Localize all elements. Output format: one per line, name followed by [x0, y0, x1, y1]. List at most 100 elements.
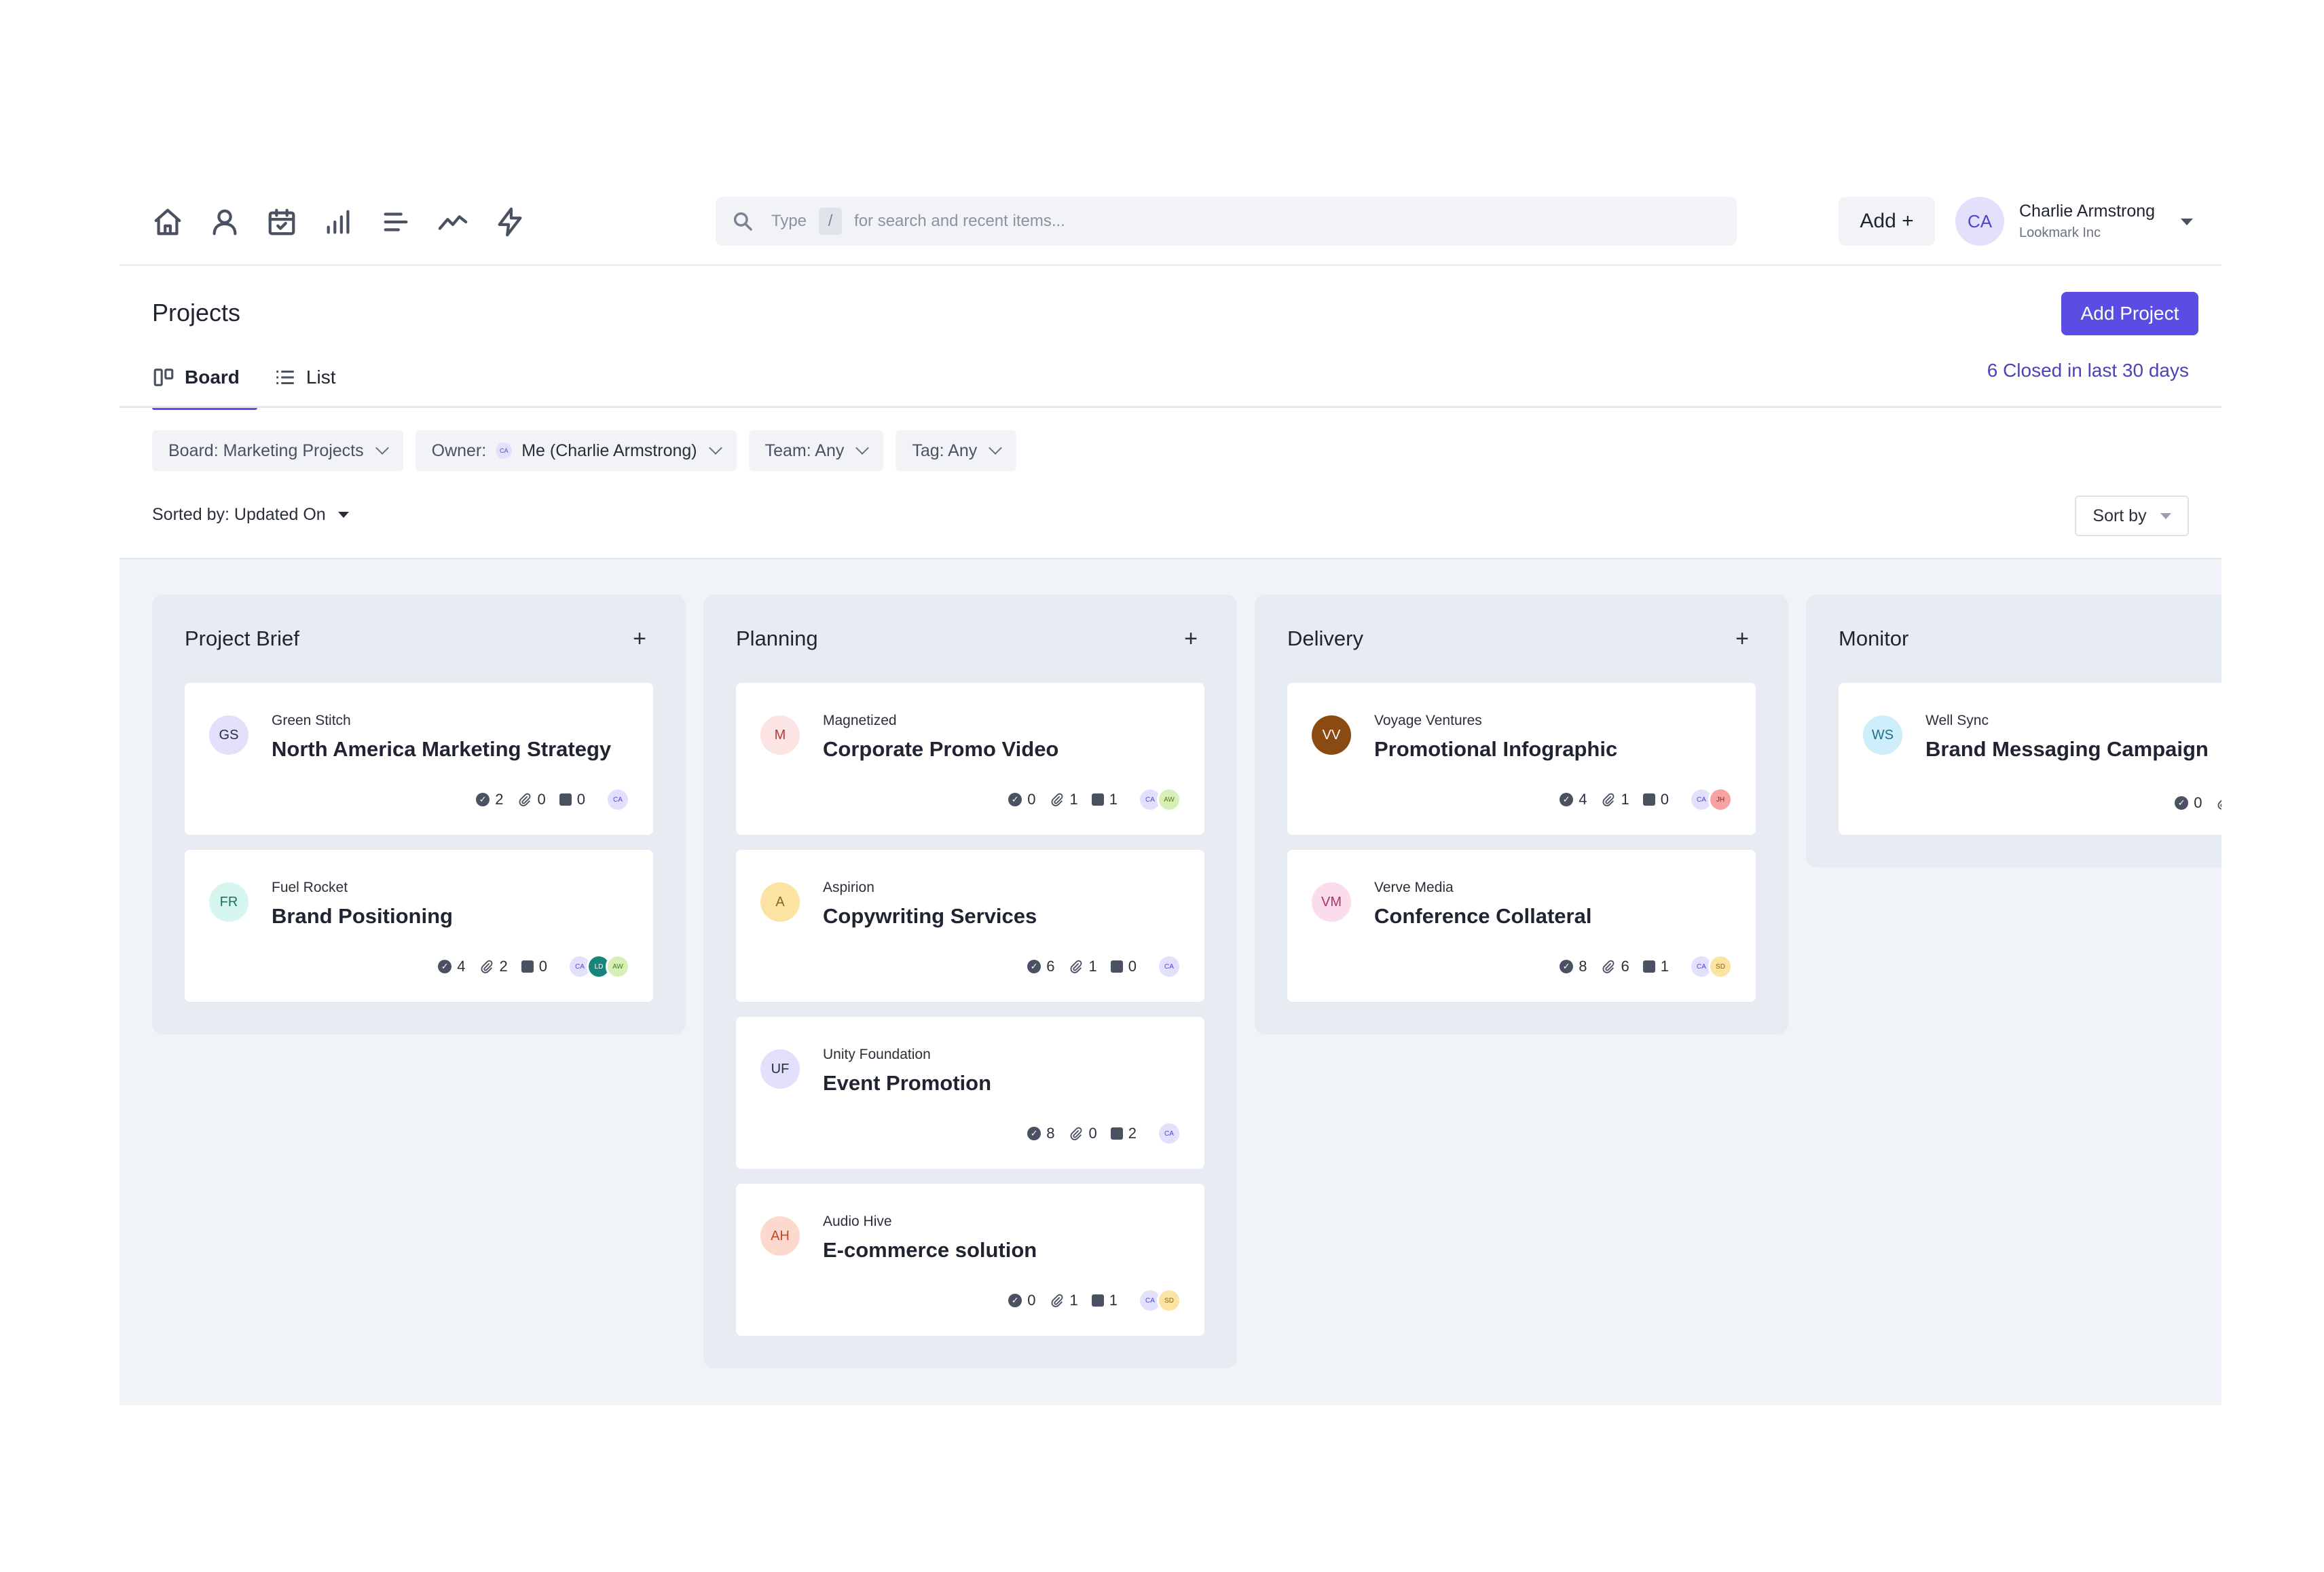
tab-board[interactable]: Board [152, 356, 257, 410]
tasks-value: 2 [495, 791, 504, 808]
tasks-value: 0 [2194, 794, 2202, 811]
project-card[interactable]: M Magnetized Corporate Promo Video ✓ 0 1 1 CA AW [736, 683, 1204, 835]
assignee-avatars: CA SD [1138, 1288, 1181, 1313]
filter-bar: Board: Marketing Projects Owner: CA Me (… [152, 430, 1017, 471]
trend-icon[interactable] [437, 206, 468, 238]
note-icon [1110, 960, 1123, 973]
board-filter[interactable]: Board: Marketing Projects [152, 430, 403, 471]
list-align-icon[interactable] [380, 206, 411, 238]
project-title[interactable]: Promotional Infographic [1374, 737, 1617, 762]
notes-count: 2 [1110, 1125, 1137, 1142]
paperclip-icon [1601, 959, 1616, 974]
project-title[interactable]: Corporate Promo Video [823, 737, 1058, 762]
column-title: Project Brief [185, 626, 299, 650]
lightning-icon[interactable] [494, 206, 525, 238]
paperclip-icon [517, 792, 532, 807]
tag-filter[interactable]: Tag: Any [896, 430, 1017, 471]
caret-down-icon[interactable] [2181, 219, 2193, 225]
files-count: 0 [1069, 1125, 1097, 1142]
check-circle-icon: ✓ [476, 793, 490, 806]
project-title[interactable]: North America Marketing Strategy [272, 737, 611, 762]
client-avatar: GS [209, 715, 248, 755]
add-card-button[interactable]: + [1177, 626, 1204, 652]
notes-value: 0 [1128, 958, 1137, 975]
notes-value: 1 [1660, 958, 1669, 975]
card-meta: ✓ 4 2 0 CA LD AW [438, 954, 630, 979]
add-card-button[interactable]: + [626, 626, 653, 652]
paperclip-icon [2216, 796, 2221, 810]
add-button[interactable]: Add + [1839, 197, 1935, 246]
client-name: Green Stitch [272, 713, 351, 728]
card-meta: ✓ 8 6 1 CA SD [1560, 954, 1733, 979]
project-card[interactable]: A Aspirion Copywriting Services ✓ 6 1 0 CA [736, 850, 1204, 1002]
project-title[interactable]: Event Promotion [823, 1071, 991, 1096]
notes-count: 1 [1642, 958, 1669, 975]
project-card[interactable]: VM Verve Media Conference Collateral ✓ 8 6 1 CA… [1287, 850, 1756, 1002]
files-value: 1 [1621, 791, 1629, 808]
tasks-count: ✓ 4 [438, 958, 466, 975]
tasks-value: 0 [1027, 1292, 1036, 1309]
files-count: 0 [2216, 794, 2221, 812]
check-circle-icon: ✓ [1560, 793, 1574, 806]
column-spacer [736, 1351, 1204, 1368]
column-title: Delivery [1287, 626, 1363, 650]
sort-by-select[interactable]: Sort by [2075, 495, 2189, 536]
note-icon [1091, 793, 1104, 806]
project-card[interactable]: AH Audio Hive E-commerce solution ✓ 0 1 1 CA SD [736, 1184, 1204, 1336]
search-shortcut-key: / [819, 208, 843, 235]
project-title[interactable]: Conference Collateral [1374, 904, 1591, 929]
paperclip-icon [1050, 1293, 1065, 1308]
tasks-count: ✓ 2 [476, 791, 504, 808]
project-title[interactable]: Brand Positioning [272, 904, 453, 929]
notes-value: 1 [1109, 1292, 1118, 1309]
check-circle-icon: ✓ [1027, 1127, 1041, 1140]
project-title[interactable]: Copywriting Services [823, 904, 1037, 929]
project-card[interactable]: GS Green Stitch North America Marketing St… [185, 683, 653, 835]
column-header: Project Brief + [185, 595, 653, 683]
sorted-by-dropdown[interactable]: Sorted by: Updated On [152, 505, 349, 525]
notes-count: 0 [1110, 958, 1137, 975]
search-icon [733, 212, 752, 231]
tasks-count: ✓ 0 [2175, 794, 2202, 812]
notes-count: 0 [521, 958, 547, 975]
project-card[interactable]: VV Voyage Ventures Promotional Infographic… [1287, 683, 1756, 835]
user-menu[interactable]: CA Charlie Armstrong Lookmark Inc [1955, 197, 2213, 246]
notes-count: 0 [559, 791, 585, 808]
note-icon [1642, 793, 1655, 806]
search-prefix: Type [771, 212, 807, 230]
check-circle-icon: ✓ [1008, 793, 1022, 806]
check-circle-icon: ✓ [1027, 960, 1041, 973]
home-icon[interactable] [152, 206, 183, 238]
tasks-value: 4 [1579, 791, 1587, 808]
board-icon [153, 369, 174, 386]
calendar-icon[interactable] [266, 206, 297, 238]
tasks-count: ✓ 4 [1560, 791, 1587, 808]
column-header: Monitor [1839, 595, 2221, 683]
add-project-button[interactable]: Add Project [2061, 292, 2198, 335]
tasks-count: ✓ 6 [1027, 958, 1055, 975]
search-bar[interactable]: Type / for search and recent items... [716, 197, 1737, 246]
paperclip-icon [1069, 1126, 1084, 1141]
card-meta: ✓000 [2175, 794, 2221, 812]
add-card-button[interactable]: + [1729, 626, 1756, 652]
files-count: 2 [479, 958, 508, 975]
bar-chart-icon[interactable] [323, 206, 354, 238]
owner-filter[interactable]: Owner: CA Me (Charlie Armstrong) [415, 430, 737, 471]
project-card[interactable]: UF Unity Foundation Event Promotion ✓ 8 0 2 CA [736, 1017, 1204, 1169]
tabs-divider [119, 406, 2221, 408]
project-title[interactable]: Brand Messaging Campaign [1925, 737, 2209, 762]
project-card[interactable]: FR Fuel Rocket Brand Positioning ✓ 4 2 0 CA LD AW [185, 850, 653, 1002]
avatar: CA [1955, 197, 2004, 246]
closed-projects-link[interactable]: 6 Closed in last 30 days [1987, 360, 2189, 381]
project-card[interactable]: WSWell SyncBrand Messaging Campaign✓000 [1839, 683, 2221, 835]
board-column: Monitor WS Well Sync Brand Messaging Campai… [1806, 595, 2221, 867]
files-count: 1 [1069, 958, 1097, 975]
tab-list[interactable]: List [274, 356, 335, 399]
avatar: CA [1157, 954, 1181, 979]
notes-count: 0 [1642, 791, 1669, 808]
user-icon[interactable] [209, 206, 240, 238]
team-filter[interactable]: Team: Any [748, 430, 884, 471]
project-title[interactable]: E-commerce solution [823, 1238, 1037, 1262]
tasks-value: 0 [1027, 791, 1036, 808]
notes-count: 1 [1091, 791, 1118, 808]
